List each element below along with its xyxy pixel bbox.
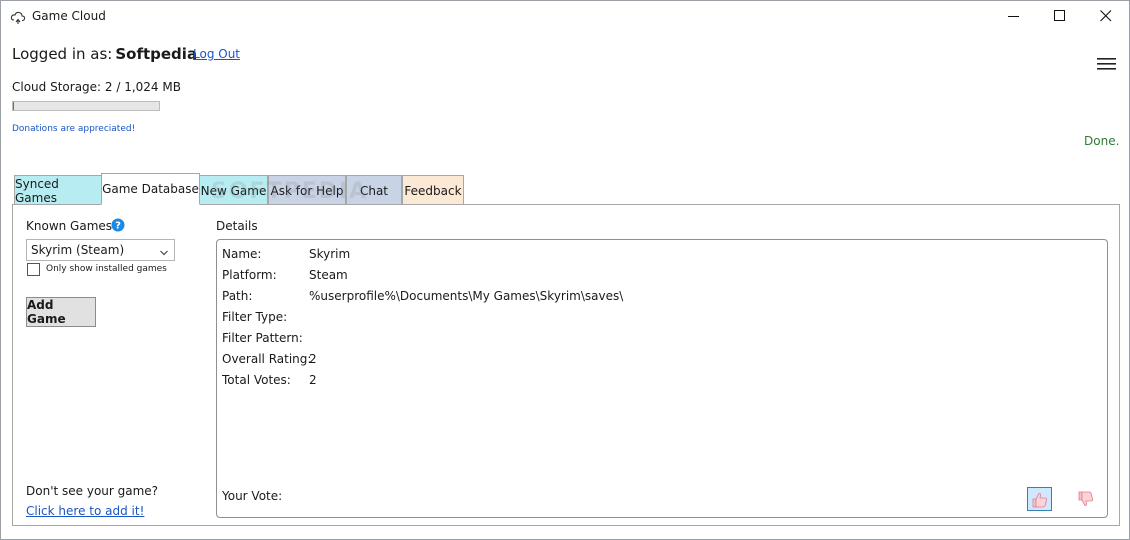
chevron-down-icon	[160, 245, 168, 259]
detail-key: Filter Type:	[222, 310, 288, 324]
detail-value: %userprofile%\Documents\My Games\Skyrim\…	[309, 289, 624, 303]
app-window: Game Cloud Logged in as: Softpedia Log Ou…	[0, 0, 1130, 540]
cloud-sync-icon	[10, 9, 26, 25]
detail-key: Filter Pattern:	[222, 331, 303, 345]
thumbs-down-icon	[1078, 491, 1094, 506]
tab-feedback[interactable]: Feedback	[402, 175, 464, 205]
details-label: Details	[216, 219, 258, 233]
known-games-select[interactable]: Skyrim (Steam)	[26, 239, 175, 261]
donations-link[interactable]: Donations are appreciated!	[12, 124, 135, 134]
tab-game-database[interactable]: Game Database	[101, 173, 200, 205]
known-games-label: Known Games	[26, 219, 113, 233]
svg-text:?: ?	[115, 221, 121, 232]
detail-value: Steam	[309, 268, 348, 282]
window-title: Game Cloud	[32, 9, 106, 23]
details-box: Name: Skyrim Platform: Steam Path: %user…	[216, 239, 1108, 518]
cloud-storage-label: Cloud Storage: 2 / 1,024 MB	[12, 80, 181, 94]
detail-value: 2	[309, 373, 317, 387]
detail-key: Platform:	[222, 268, 277, 282]
maximize-icon	[1054, 10, 1065, 21]
vote-up-button[interactable]	[1027, 487, 1052, 511]
tab-synced-games[interactable]: Synced Games	[14, 175, 102, 205]
menu-button[interactable]	[1097, 57, 1117, 71]
dont-see-game-label: Don't see your game?	[26, 484, 159, 498]
detail-key: Overall Rating:	[222, 352, 312, 366]
only-installed-checkbox[interactable]	[27, 263, 40, 276]
game-database-panel: Known Games ? Skyrim (Steam) Only show i…	[12, 204, 1120, 526]
maximize-button[interactable]	[1037, 1, 1083, 32]
detail-value: Skyrim	[309, 247, 351, 261]
detail-key: Path:	[222, 289, 253, 303]
add-game-button[interactable]: Add Game	[26, 297, 96, 327]
title-bar: Game Cloud	[1, 1, 1129, 32]
watermark: SOFTPEDIA	[211, 179, 369, 204]
storage-progress-bar	[12, 101, 160, 111]
your-vote-label: Your Vote:	[222, 489, 283, 503]
close-button[interactable]	[1083, 1, 1129, 32]
selected-game: Skyrim (Steam)	[31, 243, 125, 257]
logout-link[interactable]: Log Out	[193, 47, 240, 61]
username: Softpedia	[115, 45, 198, 63]
logged-in-label: Logged in as: Softpedia	[12, 45, 197, 63]
logged-in-prefix: Logged in as:	[12, 45, 113, 63]
detail-key: Name:	[222, 247, 262, 261]
hamburger-icon	[1097, 58, 1116, 70]
detail-value: 2	[309, 352, 317, 366]
minimize-button[interactable]	[991, 1, 1037, 32]
vote-down-button[interactable]	[1074, 487, 1099, 511]
thumbs-up-icon	[1032, 493, 1048, 508]
help-circle-icon[interactable]: ?	[111, 218, 125, 232]
status-text: Done.	[1084, 134, 1120, 148]
only-installed-label: Only show installed games	[46, 264, 167, 274]
close-icon	[1100, 10, 1112, 22]
detail-key: Total Votes:	[222, 373, 291, 387]
add-game-link[interactable]: Click here to add it!	[26, 504, 144, 518]
minimize-icon	[1008, 16, 1019, 17]
